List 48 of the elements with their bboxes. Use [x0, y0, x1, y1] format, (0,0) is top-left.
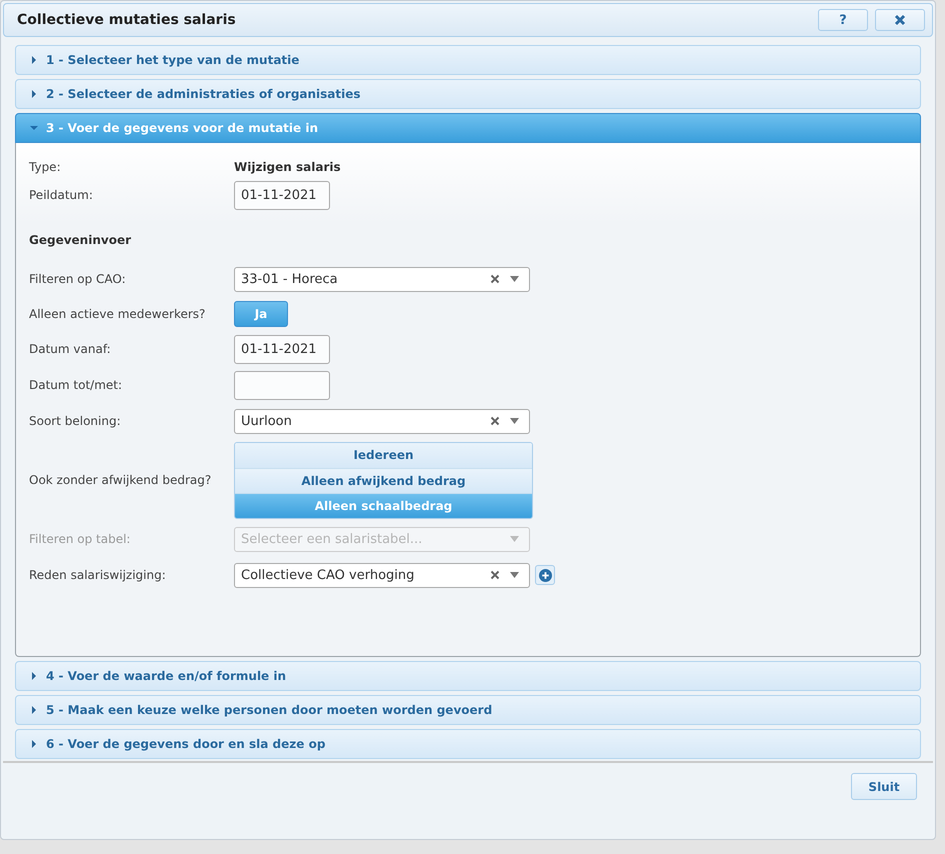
dropdown-arrow-icon [510, 276, 519, 282]
caret-right-icon [30, 740, 38, 748]
type-value: Wijzigen salaris [234, 160, 341, 174]
help-button[interactable]: ? [818, 9, 868, 31]
toggle-button[interactable]: Ja [234, 301, 288, 327]
clear-icon[interactable] [490, 570, 500, 580]
dropdown-arrow-icon [510, 418, 519, 424]
caret-right-icon [30, 706, 38, 714]
date-field[interactable]: 01-11-2021 [234, 334, 330, 364]
section-heading: Gegeveninvoer [29, 233, 131, 247]
plus-icon [538, 568, 552, 582]
accordion-header[interactable]: 1 - Selecteer het type van de mutatie [15, 45, 921, 75]
caret-right-icon [30, 90, 38, 98]
field-label: Filteren op tabel: [29, 532, 132, 546]
accordion-header[interactable]: 3 - Voer de gegevens voor de mutatie in [15, 113, 921, 143]
field-label: Reden salariswijziging: [29, 568, 167, 582]
field-label: Alleen actieve medewerkers? [29, 307, 206, 321]
accordion-header[interactable]: 6 - Voer de gegevens door en sla deze op [15, 729, 921, 759]
dropdown-field[interactable]: Uurloon [234, 408, 530, 434]
add-button[interactable] [535, 565, 555, 585]
field-label: Type: [29, 160, 62, 174]
dropdown-field[interactable]: Collectieve CAO verhoging [234, 562, 530, 588]
field-label: Ook zonder afwijkend bedrag? [29, 473, 212, 487]
field-label: Datum tot/met: [29, 378, 124, 392]
option-button[interactable]: Alleen afwijkend bedrag [235, 468, 532, 492]
accordion-header[interactable]: 4 - Voer de waarde en/of formule in [15, 661, 921, 691]
option-button[interactable]: Iedereen [235, 442, 532, 468]
field-label: Filteren op CAO: [29, 272, 127, 286]
caret-right-icon [30, 56, 38, 64]
close-button[interactable] [875, 9, 925, 31]
date-field[interactable]: 01-11-2021 [234, 180, 330, 210]
dropdown-arrow-icon [510, 572, 519, 578]
accordion-header[interactable]: 5 - Maak een keuze welke personen door moeten worden gevoerd [15, 695, 921, 725]
caret-right-icon [30, 672, 38, 680]
window-title: Collectieve mutaties salaris [17, 12, 236, 28]
field-label: Datum vanaf: [29, 342, 112, 356]
caret-down-icon [30, 124, 38, 132]
date-field[interactable] [234, 370, 330, 400]
clear-icon[interactable] [490, 274, 500, 284]
accordion-header[interactable]: 2 - Selecteer de administraties of organisaties [15, 79, 921, 109]
field-label: Soort beloning: [29, 414, 122, 428]
close-dialog-button[interactable]: Sluit [851, 773, 917, 800]
close-icon [894, 14, 906, 26]
field-label: Peildatum: [29, 188, 94, 202]
clear-icon[interactable] [490, 416, 500, 426]
dropdown-arrow-icon [510, 536, 519, 542]
option-button[interactable]: Alleen schaalbedrag [235, 492, 532, 518]
dropdown-field[interactable]: 33-01 - Horeca [234, 266, 530, 292]
